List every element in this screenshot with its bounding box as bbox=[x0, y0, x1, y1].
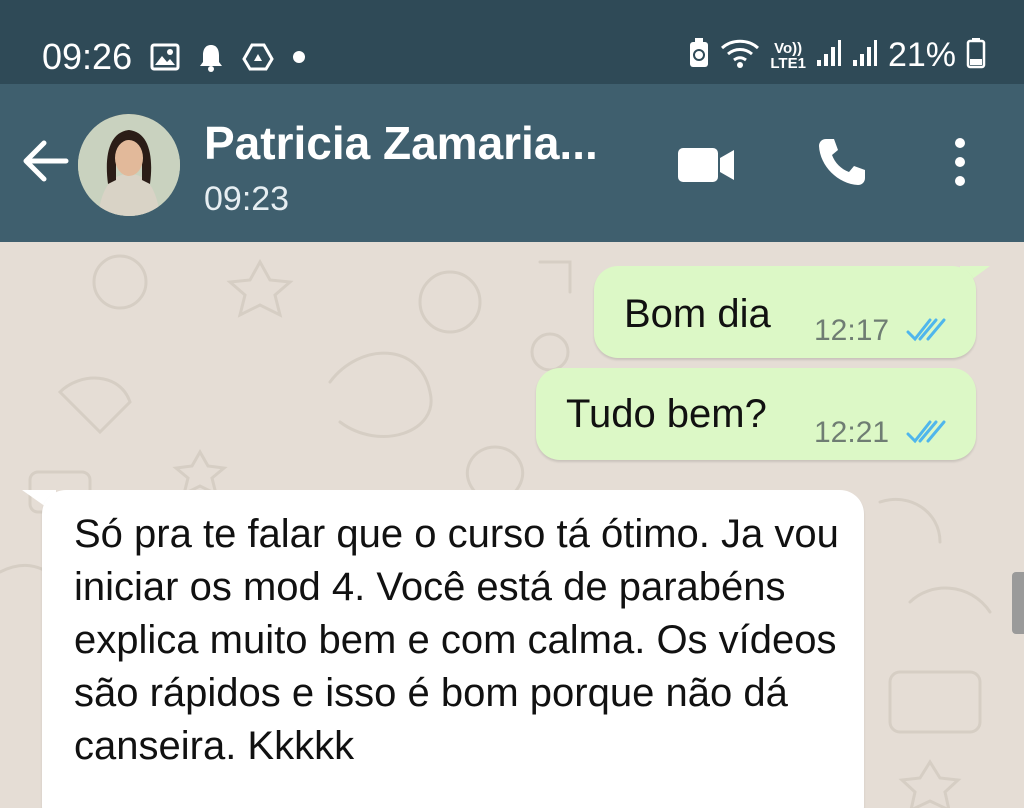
contact-name[interactable]: Patricia Zamaria... bbox=[204, 116, 598, 170]
back-arrow-icon[interactable] bbox=[20, 139, 70, 183]
battery-icon bbox=[966, 37, 986, 74]
system-icons: Vo)) LTE1 21% bbox=[688, 36, 986, 75]
lte-label: LTE1 bbox=[770, 54, 806, 72]
battery-saver-icon bbox=[688, 37, 710, 74]
more-vert-icon[interactable] bbox=[948, 136, 972, 193]
read-ticks-icon bbox=[906, 316, 950, 349]
notification-icons bbox=[150, 42, 306, 77]
outgoing-message[interactable]: Bom dia 12:17 bbox=[594, 266, 976, 358]
image-icon bbox=[150, 43, 180, 76]
read-ticks-icon bbox=[906, 418, 950, 451]
chat-area[interactable]: Bom dia 12:17 Tudo bem? 12:21 Só pra te … bbox=[0, 242, 1024, 808]
signal-icon bbox=[852, 38, 878, 73]
message-time: 12:21 bbox=[814, 416, 890, 449]
status-bar: 09:26 Vo)) LTE1 21% bbox=[0, 0, 1024, 84]
message-text: Bom dia bbox=[624, 292, 771, 336]
volte-icon: Vo)) LTE1 bbox=[770, 41, 806, 71]
outgoing-message[interactable]: Tudo bem? 12:21 bbox=[536, 368, 976, 460]
bell-icon bbox=[198, 42, 224, 77]
message-time: 12:17 bbox=[814, 314, 890, 347]
wifi-icon bbox=[720, 38, 760, 73]
drive-icon bbox=[242, 42, 274, 77]
scrollbar-thumb[interactable] bbox=[1012, 572, 1024, 634]
dot-icon bbox=[292, 50, 306, 69]
volte-label: Vo)) bbox=[774, 39, 803, 57]
last-seen: 09:23 bbox=[204, 180, 290, 218]
signal-icon bbox=[816, 38, 842, 73]
message-text: Só pra te falar que o curso tá ótimo. Ja… bbox=[74, 512, 839, 768]
chat-header: Patricia Zamaria... 09:23 bbox=[0, 84, 1024, 242]
video-call-icon[interactable] bbox=[676, 146, 736, 189]
status-time: 09:26 bbox=[42, 36, 133, 77]
avatar[interactable] bbox=[78, 114, 180, 216]
message-text: Tudo bem? bbox=[566, 392, 767, 436]
battery-percent: 21% bbox=[887, 36, 956, 74]
phone-call-icon[interactable] bbox=[816, 136, 868, 193]
incoming-message[interactable]: Só pra te falar que o curso tá ótimo. Ja… bbox=[42, 490, 864, 808]
